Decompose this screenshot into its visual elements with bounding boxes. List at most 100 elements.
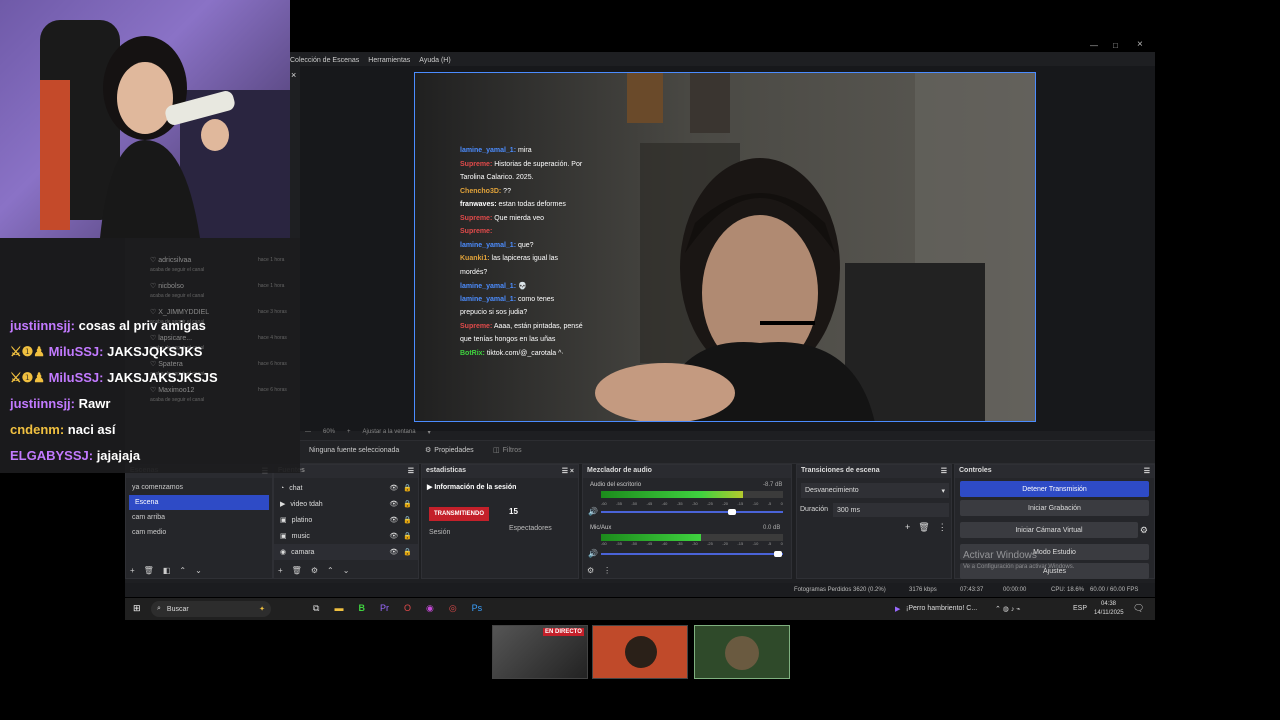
preview-chat-user: Chencho3D: bbox=[460, 187, 502, 195]
chrome-icon[interactable]: ◉ bbox=[426, 603, 434, 614]
scene-item[interactable]: cam medio bbox=[126, 525, 272, 540]
now-playing[interactable]: ¡Perro hambriento! C... bbox=[906, 605, 977, 612]
dock-close-icon[interactable]: ☰ × bbox=[562, 467, 574, 476]
file-explorer-icon[interactable]: ▬ bbox=[334, 603, 343, 614]
preview-chat-overlay: lamine_yamal_1: mira Supreme: Historias d… bbox=[435, 133, 585, 373]
dock-menu-icon[interactable]: ☰ bbox=[941, 467, 947, 476]
chat-message: cndenm: naci así bbox=[10, 422, 116, 437]
add-source-button[interactable]: + bbox=[278, 566, 283, 575]
windows-start-icon[interactable]: ⊞ bbox=[133, 603, 141, 614]
scene-filter-button[interactable]: ◧ bbox=[163, 566, 171, 575]
remove-scene-button[interactable]: 🗑 bbox=[144, 566, 154, 575]
lock-icon[interactable]: 🔒 bbox=[403, 548, 412, 556]
add-scene-button[interactable]: + bbox=[130, 566, 135, 575]
tray-icons[interactable]: ⌃ ◍ ♪ ⌁ bbox=[995, 605, 1021, 613]
avatar-thumbnail[interactable] bbox=[592, 625, 688, 679]
dock-menu-icon[interactable]: ☰ bbox=[1144, 467, 1150, 476]
menu-item-scene-collection[interactable]: Colección de Escenas bbox=[290, 57, 359, 64]
transition-select[interactable]: Desvanecimiento ▾ bbox=[801, 483, 949, 498]
media-app-icon[interactable]: ▶ bbox=[895, 605, 900, 613]
filters-button[interactable]: ◫ Filtros bbox=[493, 446, 522, 455]
opera-icon[interactable]: O bbox=[404, 603, 411, 614]
meter-tick: -50 bbox=[631, 501, 638, 506]
chat-username: ELGABYSSJ: bbox=[10, 448, 97, 463]
fit-dropdown-icon[interactable]: ▾ bbox=[428, 429, 431, 436]
remove-transition-button[interactable]: 🗑 bbox=[918, 522, 929, 533]
menu-item-tools[interactable]: Herramientas bbox=[368, 57, 410, 64]
meter-tick: -60 bbox=[601, 541, 607, 546]
lock-icon[interactable]: 🔒 bbox=[403, 516, 412, 524]
clock-time[interactable]: 04:38 bbox=[1101, 601, 1116, 607]
webcam-image bbox=[40, 20, 290, 238]
app-b-icon[interactable]: B bbox=[358, 603, 365, 614]
source-settings-button[interactable]: ⚙ bbox=[311, 566, 318, 575]
preview-chat-line: que tenías hongos en las uñas bbox=[460, 336, 555, 343]
maximize-button[interactable]: □ bbox=[1113, 41, 1118, 50]
scene-item[interactable]: cam arriba bbox=[126, 510, 272, 525]
lock-icon[interactable]: 🔒 bbox=[403, 484, 412, 492]
clock-date[interactable]: 14/11/2025 bbox=[1094, 610, 1124, 616]
eye-icon[interactable]: 👁 bbox=[389, 500, 398, 508]
close-button[interactable]: × bbox=[1137, 39, 1143, 50]
source-item-platino[interactable]: ▣ platino 👁 🔒 bbox=[274, 512, 418, 528]
zoom-minus-icon[interactable]: — bbox=[305, 429, 311, 435]
speaker-icon[interactable]: 🔊 bbox=[588, 549, 598, 558]
premiere-icon[interactable]: Pr bbox=[380, 603, 389, 614]
properties-button[interactable]: ⚙ Propiedades bbox=[425, 446, 474, 455]
chat-username: cndenm: bbox=[10, 422, 68, 437]
mixer-settings-icon[interactable]: ⚙ bbox=[587, 566, 594, 575]
eye-icon[interactable]: 👁 bbox=[389, 516, 398, 524]
mixer-menu-icon[interactable]: ⋮ bbox=[603, 566, 611, 575]
remove-source-button[interactable]: 🗑 bbox=[292, 566, 302, 575]
add-transition-button[interactable]: + bbox=[905, 522, 910, 533]
taskbar-search[interactable]: ⌕ Buscar ✦ bbox=[151, 601, 271, 617]
notification-icon[interactable]: 🗨 bbox=[1133, 603, 1144, 614]
stream-preview[interactable]: lamine_yamal_1: mira Supreme: Historias d… bbox=[414, 72, 1036, 422]
follower-sub: acaba de seguir el canal bbox=[150, 293, 205, 299]
lock-icon[interactable]: 🔒 bbox=[403, 532, 412, 540]
zoom-plus-icon[interactable]: + bbox=[347, 429, 351, 435]
close-overlay-icon[interactable]: × bbox=[291, 70, 296, 80]
mic-volume-slider[interactable] bbox=[601, 551, 783, 557]
stats-title: estadisticas bbox=[426, 467, 467, 474]
dock-menu-icon[interactable]: ☰ bbox=[408, 467, 414, 476]
controls-dock: Controles ☰ Detener Transmisión Iniciar G… bbox=[954, 464, 1155, 579]
eye-icon[interactable]: 👁 bbox=[389, 532, 398, 540]
preview-chat-line: prepucio si sos judia? bbox=[460, 309, 527, 316]
source-item-chat[interactable]: ◔ chat 👁 🔒 bbox=[274, 480, 418, 496]
move-down-button[interactable]: ⌄ bbox=[343, 566, 350, 575]
menu-item-help[interactable]: Ayuda (H) bbox=[419, 57, 450, 64]
minimize-button[interactable]: — bbox=[1090, 41, 1098, 50]
source-item-video[interactable]: ▶ video tdah 👁 🔒 bbox=[274, 496, 418, 512]
eye-hidden-icon[interactable]: 👁 bbox=[389, 548, 398, 556]
source-item-camara[interactable]: ◉ camara 👁 🔒 bbox=[274, 544, 418, 560]
task-view-icon[interactable]: ⧉ bbox=[313, 603, 319, 614]
eye-icon[interactable]: 👁 bbox=[389, 484, 398, 492]
dropped-frames: Fotogramas Perdidos 3620 (0.2%) bbox=[794, 587, 886, 593]
fit-window-label[interactable]: Ajustar a la ventana bbox=[363, 429, 416, 435]
preview-chat-text: mira bbox=[516, 147, 532, 154]
channel-mic-db: 0.0 dB bbox=[763, 525, 781, 531]
virtual-camera-settings-icon[interactable]: ⚙ bbox=[1140, 525, 1148, 536]
transition-menu-icon[interactable]: ⋮ bbox=[938, 522, 947, 533]
lock-icon[interactable]: 🔒 bbox=[403, 500, 412, 508]
language-indicator[interactable]: ESP bbox=[1073, 605, 1087, 612]
obs-icon[interactable]: ◎ bbox=[449, 603, 457, 614]
photoshop-icon[interactable]: Ps bbox=[472, 603, 483, 614]
desktop-volume-slider[interactable] bbox=[601, 509, 783, 515]
virtual-camera-button[interactable]: Iniciar Cámara Virtual bbox=[960, 522, 1138, 538]
stream-thumbnail[interactable]: EN DIRECTO bbox=[492, 625, 588, 679]
duration-input[interactable]: 300 ms bbox=[833, 503, 949, 517]
avatar-thumbnail[interactable] bbox=[694, 625, 790, 679]
scene-item[interactable]: ya comenzamos bbox=[126, 480, 272, 495]
move-down-button[interactable]: ⌄ bbox=[195, 566, 202, 575]
speaker-icon[interactable]: 🔊 bbox=[588, 507, 598, 516]
move-up-button[interactable]: ⌃ bbox=[179, 566, 186, 575]
scene-item-selected[interactable]: Escena bbox=[129, 495, 269, 510]
status-bar: Fotogramas Perdidos 3620 (0.2%) 3176 kbp… bbox=[125, 583, 1155, 597]
stop-stream-button[interactable]: Detener Transmisión bbox=[960, 481, 1149, 497]
filter-icon: ◫ bbox=[493, 447, 500, 454]
source-item-music[interactable]: ▣ music 👁 🔒 bbox=[274, 528, 418, 544]
start-recording-button[interactable]: Iniciar Grabación bbox=[960, 500, 1149, 516]
move-up-button[interactable]: ⌃ bbox=[327, 566, 334, 575]
